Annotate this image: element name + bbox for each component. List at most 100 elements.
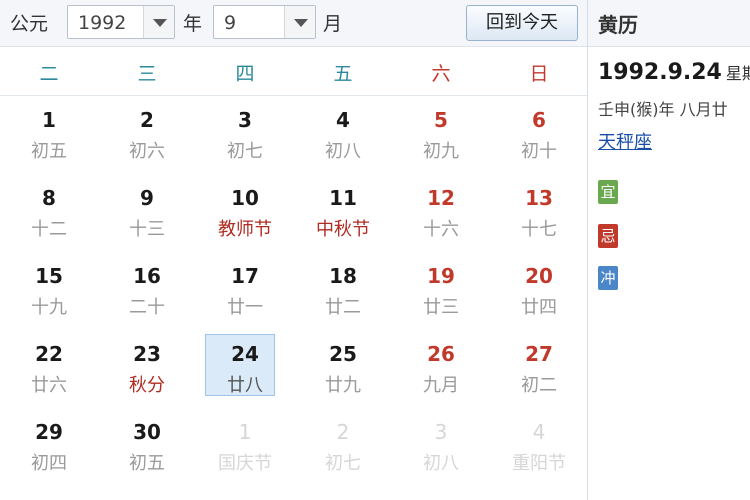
day-number: 11 (329, 186, 357, 210)
day-cell[interactable]: 8 十二 (0, 174, 98, 250)
lunar-day: 初五 (31, 141, 67, 162)
day-number: 3 (238, 108, 252, 132)
day-cell[interactable]: 10 教师节 (196, 174, 294, 250)
lunar-day: 廿二 (325, 297, 361, 318)
almanac-panel: 黄历 1992.9.24 星期 壬申(猴)年 八月廿 天秤座 宜 忌 冲 (588, 0, 750, 500)
lunar-day: 国庆节 (218, 453, 272, 474)
back-to-today-button[interactable]: 回到今天 (466, 5, 578, 41)
day-number: 26 (427, 342, 455, 366)
day-number: 4 (532, 420, 546, 444)
lunar-day: 初五 (129, 453, 165, 474)
day-number: 2 (140, 108, 154, 132)
lunar-date: 壬申(猴)年 八月廿 (598, 100, 728, 119)
year-select-value: 1992 (78, 12, 127, 34)
day-cell[interactable]: 6 初十 (490, 96, 588, 172)
day-number: 24 (231, 342, 259, 366)
day-cell[interactable]: 2 初七 (294, 408, 392, 484)
lunar-day: 廿三 (423, 297, 459, 318)
calendar-era-label: 公元 (10, 13, 49, 35)
day-cell[interactable]: 30 初五 (98, 408, 196, 484)
day-cell[interactable]: 20 廿四 (490, 252, 588, 328)
day-cell[interactable]: 27 初二 (490, 330, 588, 406)
almanac-title: 黄历 (598, 13, 638, 37)
day-cell[interactable]: 4 重阳节 (490, 408, 588, 484)
day-number: 1 (238, 420, 252, 444)
avoid-tag[interactable]: 忌 (598, 224, 618, 248)
day-cell[interactable]: 2 初六 (98, 96, 196, 172)
lunar-day: 十九 (31, 297, 67, 318)
month-select-value: 9 (224, 12, 237, 34)
day-number: 22 (35, 342, 63, 366)
day-number: 5 (434, 108, 448, 132)
selected-weekday: 星期 (725, 64, 750, 83)
day-cell[interactable]: 25 廿九 (294, 330, 392, 406)
chevron-down-icon[interactable] (284, 6, 315, 38)
lunar-day: 初八 (423, 453, 459, 474)
day-cell-selected[interactable]: 24 廿八 (196, 330, 294, 406)
day-cell[interactable]: 4 初八 (294, 96, 392, 172)
lunar-day: 初二 (521, 375, 557, 396)
weekday-label: 五 (333, 63, 353, 85)
festival-label: 秋分 (129, 375, 165, 396)
lunar-day: 廿九 (325, 375, 361, 396)
day-number: 3 (434, 420, 448, 444)
day-cell[interactable]: 29 初四 (0, 408, 98, 484)
day-number: 2 (336, 420, 350, 444)
day-cell[interactable]: 22 廿六 (0, 330, 98, 406)
day-number: 30 (133, 420, 161, 444)
day-cell[interactable]: 3 初八 (392, 408, 490, 484)
lunar-day: 二十 (129, 297, 165, 318)
clash-tag[interactable]: 冲 (598, 266, 618, 290)
festival-label: 教师节 (218, 219, 272, 240)
chevron-down-icon[interactable] (143, 6, 174, 38)
day-number: 18 (329, 264, 357, 288)
day-cell[interactable]: 5 初九 (392, 96, 490, 172)
day-cell[interactable]: 9 十三 (98, 174, 196, 250)
day-cell[interactable]: 17 廿一 (196, 252, 294, 328)
lunar-day: 廿八 (227, 375, 263, 396)
day-number: 10 (231, 186, 259, 210)
day-cell[interactable]: 3 初七 (196, 96, 294, 172)
weekday-label: 二 (39, 63, 59, 85)
year-select[interactable]: 1992 (67, 5, 175, 39)
weekday-header: 二三四五六日 (0, 47, 588, 96)
day-cell[interactable]: 19 廿三 (392, 252, 490, 328)
selected-date: 1992.9.24 星期 (598, 60, 750, 85)
day-cell[interactable]: 12 十六 (392, 174, 490, 250)
day-number: 8 (42, 186, 56, 210)
constellation-link[interactable]: 天秤座 (598, 128, 652, 154)
month-label: 月 (323, 13, 343, 35)
festival-label: 中秋节 (316, 219, 370, 240)
weekday-label: 六 (431, 63, 451, 85)
day-number: 4 (336, 108, 350, 132)
day-number: 29 (35, 420, 63, 444)
lunar-day: 十六 (423, 219, 459, 240)
weekday-label: 三 (137, 63, 157, 85)
lunar-day: 初十 (521, 141, 557, 162)
weekday-label: 四 (235, 63, 255, 85)
lunar-day: 初九 (423, 141, 459, 162)
day-cell[interactable]: 16 二十 (98, 252, 196, 328)
almanac-header: 黄历 (588, 0, 750, 47)
day-cell[interactable]: 23 秋分 (98, 330, 196, 406)
lunar-day: 初八 (325, 141, 361, 162)
day-cell[interactable]: 15 十九 (0, 252, 98, 328)
lunar-day: 初七 (227, 141, 263, 162)
lunar-day: 十七 (521, 219, 557, 240)
day-cell[interactable]: 1 初五 (0, 96, 98, 172)
day-number: 17 (231, 264, 259, 288)
day-cell[interactable]: 11 中秋节 (294, 174, 392, 250)
month-select[interactable]: 9 (213, 5, 316, 39)
lunar-day: 九月 (423, 375, 459, 396)
lunar-day: 初四 (31, 453, 67, 474)
lunar-day: 十三 (129, 219, 165, 240)
day-number: 6 (532, 108, 546, 132)
day-cell[interactable]: 18 廿二 (294, 252, 392, 328)
day-cell[interactable]: 26 九月 (392, 330, 490, 406)
weekday-label: 日 (529, 63, 549, 85)
day-cell[interactable]: 13 十七 (490, 174, 588, 250)
lunar-day: 廿四 (521, 297, 557, 318)
day-cell[interactable]: 1 国庆节 (196, 408, 294, 484)
suitable-tag[interactable]: 宜 (598, 180, 618, 204)
day-number: 23 (133, 342, 161, 366)
